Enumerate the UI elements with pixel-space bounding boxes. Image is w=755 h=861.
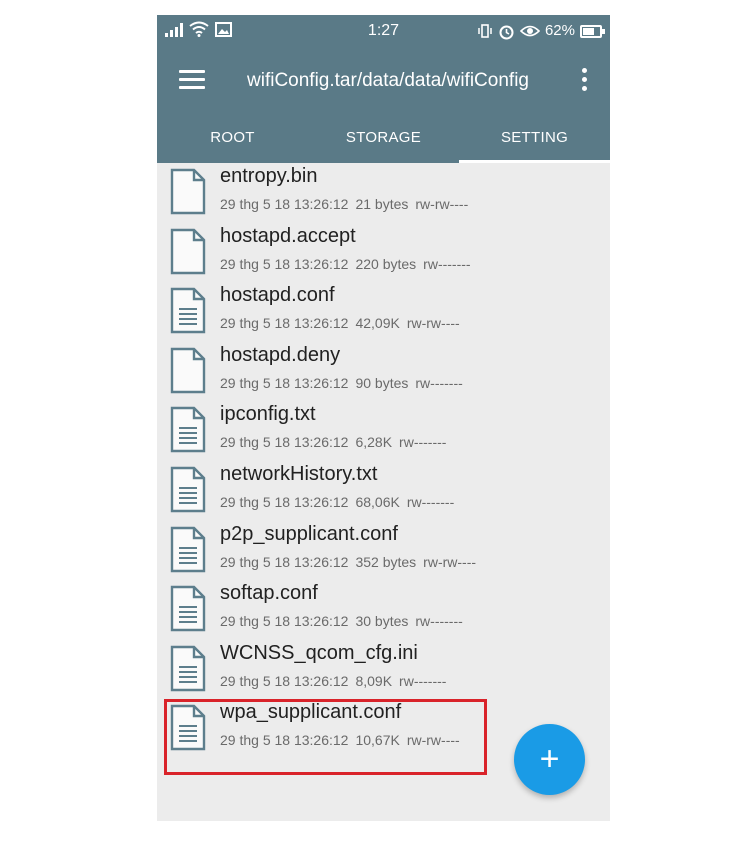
file-permissions: rw-rw----	[406, 732, 460, 749]
path-title: wifiConfig.tar/data/data/wifiConfig	[247, 70, 529, 91]
file-date: 29 thg 5 18 13:26:12	[220, 553, 349, 570]
file-name: networkHistory.txt	[220, 462, 378, 485]
file-row[interactable]: ipconfig.txt 29 thg 5 18 13:26:12 6,28K rw-…	[157, 398, 610, 458]
file-date: 29 thg 5 18 13:26:12	[220, 255, 349, 272]
file-date: 29 thg 5 18 13:26:12	[220, 315, 349, 332]
file-row[interactable]: WCNSS_qcom_cfg.ini 29 thg 5 18 13:26:12 8,…	[157, 637, 610, 697]
file-size: 90 bytes	[355, 374, 409, 391]
file-permissions: rw-------	[399, 434, 447, 451]
file-name: ipconfig.txt	[220, 403, 316, 426]
hamburger-menu-icon[interactable]	[179, 70, 205, 90]
file-date: 29 thg 5 18 13:26:12	[220, 434, 349, 451]
file-date: 29 thg 5 18 13:26:12	[220, 493, 349, 510]
file-row[interactable]: entropy.bin 29 thg 5 18 13:26:12 21 bytes r…	[157, 160, 610, 220]
file-size: 6,28K	[355, 434, 393, 451]
file-date: 29 thg 5 18 13:26:12	[220, 732, 349, 749]
file-name: WCNSS_qcom_cfg.ini	[220, 641, 418, 664]
tab-storage[interactable]: STORAGE	[308, 114, 459, 163]
file-row[interactable]: p2p_supplicant.conf 29 thg 5 18 13:26:12 3…	[157, 518, 610, 578]
file-name: wpa_supplicant.conf	[220, 701, 402, 724]
file-row[interactable]: networkHistory.txt 29 thg 5 18 13:26:12 68…	[157, 458, 610, 518]
blank-file-icon	[170, 347, 206, 393]
file-size: 352 bytes	[355, 553, 417, 570]
file-size: 21 bytes	[355, 196, 409, 212]
file-meta: 29 thg 5 18 13:26:12 68,06K rw-------	[220, 494, 461, 510]
file-meta: 29 thg 5 18 13:26:12 90 bytes rw-------	[220, 375, 470, 391]
more-vertical-icon[interactable]	[580, 68, 588, 94]
vibrate-icon	[478, 24, 492, 38]
file-row[interactable]: softap.conf 29 thg 5 18 13:26:12 30 bytes r…	[157, 577, 610, 637]
phone-screen: 1:27 62% wifiConfig.tar/data/data/wifiCo…	[157, 15, 610, 821]
text-file-icon	[170, 645, 206, 691]
status-bar: 1:27 62%	[157, 15, 610, 48]
file-meta: 29 thg 5 18 13:26:12 220 bytes rw-------	[220, 256, 478, 272]
file-date: 29 thg 5 18 13:26:12	[220, 613, 349, 630]
file-list: entropy.bin 29 thg 5 18 13:26:12 21 bytes r…	[157, 163, 610, 756]
file-date: 29 thg 5 18 13:26:12	[220, 196, 349, 212]
file-name: softap.conf	[220, 582, 318, 605]
file-name: hostapd.accept	[220, 224, 356, 247]
text-file-icon	[170, 585, 206, 632]
file-permissions: rw-rw----	[415, 196, 469, 212]
file-permissions: rw-------	[399, 672, 447, 689]
file-permissions: rw-------	[415, 613, 463, 630]
battery-percent: 62%	[544, 22, 575, 39]
file-size: 68,06K	[355, 493, 400, 510]
file-permissions: rw-rw----	[423, 553, 477, 570]
file-size: 8,09K	[355, 672, 393, 689]
status-right-icons: 62%	[477, 21, 605, 41]
file-meta: 29 thg 5 18 13:26:12 8,09K rw-------	[220, 673, 453, 689]
blank-file-icon	[170, 168, 206, 215]
eye-icon	[519, 25, 540, 37]
blank-file-icon	[170, 228, 206, 274]
file-size: 30 bytes	[355, 613, 409, 630]
file-row[interactable]: hostapd.deny 29 thg 5 18 13:26:12 90 bytes…	[157, 339, 610, 399]
tab-bar: ROOT STORAGE SETTING	[157, 114, 610, 163]
file-size: 220 bytes	[355, 255, 417, 272]
file-name: hostapd.conf	[220, 284, 335, 307]
file-permissions: rw-rw----	[406, 315, 460, 332]
file-date: 29 thg 5 18 13:26:12	[220, 374, 349, 391]
battery-icon	[580, 24, 605, 38]
file-meta: 29 thg 5 18 13:26:12 10,67K rw-rw----	[220, 732, 467, 748]
add-button[interactable]: +	[514, 724, 585, 795]
tab-root[interactable]: ROOT	[157, 114, 308, 163]
file-meta: 29 thg 5 18 13:26:12 6,28K rw-------	[220, 434, 453, 450]
text-file-icon	[170, 705, 206, 751]
file-meta: 29 thg 5 18 13:26:12 30 bytes rw-------	[220, 613, 470, 629]
text-file-icon	[170, 526, 206, 572]
tab-setting[interactable]: SETTING	[459, 114, 610, 163]
file-name: p2p_supplicant.conf	[220, 522, 398, 545]
file-name: hostapd.deny	[220, 343, 341, 366]
app-toolbar: wifiConfig.tar/data/data/wifiConfig	[157, 48, 610, 114]
text-file-icon	[170, 407, 206, 453]
file-row[interactable]: hostapd.conf 29 thg 5 18 13:26:12 42,09K rw…	[157, 279, 610, 339]
file-meta: 29 thg 5 18 13:26:12 42,09K rw-rw----	[220, 315, 467, 331]
text-file-icon	[170, 287, 206, 334]
alarm-icon	[499, 25, 514, 39]
file-date: 29 thg 5 18 13:26:12	[220, 672, 349, 689]
file-size: 10,67K	[355, 732, 400, 749]
file-size: 42,09K	[355, 315, 400, 332]
file-name: entropy.bin	[220, 165, 318, 187]
file-permissions: rw-------	[415, 374, 463, 391]
file-meta: 29 thg 5 18 13:26:12 21 bytes rw-rw----	[220, 196, 475, 212]
file-meta: 29 thg 5 18 13:26:12 352 bytes rw-rw----	[220, 554, 483, 570]
text-file-icon	[170, 466, 206, 513]
file-permissions: rw-------	[423, 255, 471, 272]
file-row[interactable]: hostapd.accept 29 thg 5 18 13:26:12 220 by…	[157, 220, 610, 280]
file-permissions: rw-------	[406, 493, 455, 510]
